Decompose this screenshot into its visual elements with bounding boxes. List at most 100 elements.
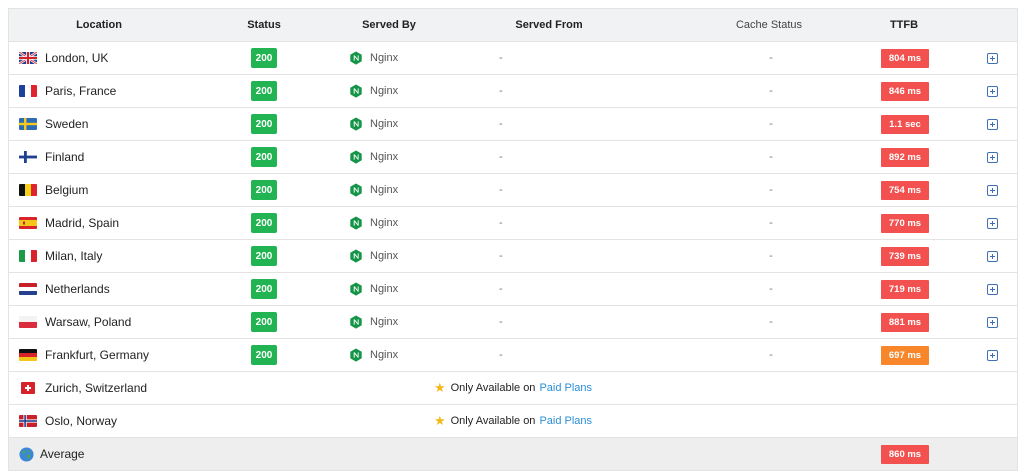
ttfb-badge: 1.1 sec: [881, 114, 929, 134]
served-by-label: Nginx: [370, 283, 399, 295]
expand-row-icon[interactable]: [986, 250, 998, 262]
results-table: Location Status Served By Served From Ca…: [8, 8, 1018, 471]
table-row: Belgium 200 Nginx - - 754 ms: [9, 174, 1017, 207]
nginx-icon: [349, 117, 370, 131]
location-name: London, UK: [45, 51, 109, 65]
header-served-by: Served By: [362, 19, 416, 31]
table-row: Warsaw, Poland 200 Nginx - - 881 ms: [9, 306, 1017, 339]
globe-icon: [19, 446, 34, 462]
location-name: Belgium: [45, 183, 89, 197]
table-row: Sweden 200 Nginx - - 1.1 sec: [9, 108, 1017, 141]
cache-status-value: -: [769, 250, 773, 262]
table-row: London, UK 200 Nginx - - 804 ms: [9, 42, 1017, 75]
locked-row: ★ Only Available on Paid Plans Zurich, Swit…: [9, 372, 1017, 405]
expand-row-icon[interactable]: [986, 151, 998, 163]
served-from-value: -: [499, 184, 503, 196]
ttfb-badge: 804 ms: [881, 48, 929, 68]
location-name: Madrid, Spain: [45, 216, 120, 230]
finland-flag-icon: [19, 151, 37, 163]
status-badge: 200: [251, 48, 277, 68]
expand-row-icon[interactable]: [986, 118, 998, 130]
cache-status-value: -: [769, 184, 773, 196]
table-row: Frankfurt, Germany 200 Nginx - - 697 ms: [9, 339, 1017, 372]
status-badge: 200: [251, 279, 277, 299]
table-row: Milan, Italy 200 Nginx - - 739 ms: [9, 240, 1017, 273]
cache-status-value: -: [769, 217, 773, 229]
spain-flag-icon: [19, 217, 37, 229]
table-row: Madrid, Spain 200 Nginx - - 770 ms: [9, 207, 1017, 240]
italy-flag-icon: [19, 250, 37, 262]
location-name: Sweden: [45, 117, 89, 131]
served-by-label: Nginx: [370, 184, 399, 196]
header-status: Status: [247, 19, 281, 31]
paid-plans-link[interactable]: Paid Plans: [539, 415, 592, 427]
average-ttfb-badge: 860 ms: [881, 444, 929, 464]
germany-flag-icon: [19, 349, 37, 361]
ttfb-badge: 881 ms: [881, 312, 929, 332]
paid-notice-text: Only Available on: [450, 415, 536, 427]
served-by-label: Nginx: [370, 250, 399, 262]
table-row: Paris, France 200 Nginx - - 846 ms: [9, 75, 1017, 108]
ttfb-badge: 754 ms: [881, 180, 929, 200]
expand-row-icon[interactable]: [986, 52, 998, 64]
cache-status-value: -: [769, 118, 773, 130]
paid-notice-text: Only Available on: [450, 382, 536, 394]
header-served-from: Served From: [515, 19, 583, 31]
ttfb-badge: 846 ms: [881, 81, 929, 101]
status-badge: 200: [251, 246, 277, 266]
status-badge: 200: [251, 213, 277, 233]
table-header: Location Status Served By Served From Ca…: [9, 9, 1017, 42]
expand-row-icon[interactable]: [986, 217, 998, 229]
served-by-label: Nginx: [370, 217, 399, 229]
location-name: Oslo, Norway: [45, 414, 118, 428]
served-from-value: -: [499, 217, 503, 229]
location-name: Milan, Italy: [45, 249, 103, 263]
location-name: Paris, France: [45, 84, 117, 98]
ttfb-badge: 892 ms: [881, 147, 929, 167]
served-from-value: -: [499, 52, 503, 64]
served-from-value: -: [499, 316, 503, 328]
switzerland-flag-icon: [19, 382, 37, 394]
cache-status-value: -: [769, 151, 773, 163]
expand-row-icon[interactable]: [986, 316, 998, 328]
header-ttfb: TTFB: [889, 19, 919, 31]
average-label: Average: [40, 447, 85, 461]
expand-row-icon[interactable]: [986, 349, 998, 361]
served-by-label: Nginx: [370, 316, 399, 328]
nginx-icon: [349, 282, 370, 296]
ttfb-badge: 739 ms: [881, 246, 929, 266]
ttfb-badge: 770 ms: [881, 213, 929, 233]
paid-plans-link[interactable]: Paid Plans: [539, 382, 592, 394]
status-badge: 200: [251, 81, 277, 101]
norway-flag-icon: [19, 415, 37, 427]
served-by-label: Nginx: [370, 118, 399, 130]
poland-flag-icon: [19, 316, 37, 328]
served-from-value: -: [499, 151, 503, 163]
location-name: Finland: [45, 150, 85, 164]
star-icon: ★: [433, 380, 446, 395]
served-by-label: Nginx: [370, 52, 399, 64]
cache-status-value: -: [769, 52, 773, 64]
expand-row-icon[interactable]: [986, 85, 998, 97]
served-from-value: -: [499, 118, 503, 130]
locked-row: ★ Only Available on Paid Plans Oslo, Norway: [9, 405, 1017, 438]
belgium-flag-icon: [19, 184, 37, 196]
expand-row-icon[interactable]: [986, 184, 998, 196]
served-from-value: -: [499, 349, 503, 361]
uk-flag-icon: [19, 52, 37, 64]
served-by-label: Nginx: [370, 349, 399, 361]
header-location: Location: [76, 19, 122, 31]
nginx-icon: [349, 315, 370, 329]
served-from-value: -: [499, 283, 503, 295]
netherlands-flag-icon: [19, 283, 37, 295]
ttfb-badge: 697 ms: [881, 345, 929, 365]
header-cache-status: Cache Status: [735, 19, 803, 31]
star-icon: ★: [433, 413, 446, 428]
nginx-icon: [349, 183, 370, 197]
expand-row-icon[interactable]: [986, 283, 998, 295]
nginx-icon: [349, 150, 370, 164]
served-by-label: Nginx: [370, 85, 399, 97]
status-badge: 200: [251, 345, 277, 365]
served-from-value: -: [499, 85, 503, 97]
cache-status-value: -: [769, 316, 773, 328]
